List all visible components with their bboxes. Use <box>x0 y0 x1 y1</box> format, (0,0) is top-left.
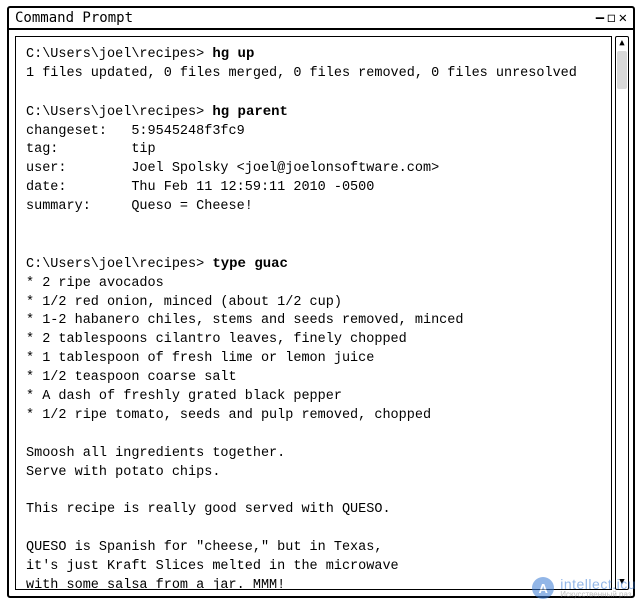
output-line: with some salsa from a jar. MMM! <box>26 577 601 590</box>
output-line: 1 files updated, 0 files merged, 0 files… <box>26 65 601 84</box>
output-line: * 2 tablespoons cilantro leaves, finely … <box>26 331 601 350</box>
output-line <box>26 482 601 501</box>
window-controls: — ◻ ✕ <box>596 10 627 26</box>
scroll-up-icon[interactable]: ▲ <box>619 39 624 48</box>
output-line: * 1/2 teaspoon coarse salt <box>26 369 601 388</box>
command-text: type guac <box>212 256 288 272</box>
output-line: it's just Kraft Slices melted in the mic… <box>26 558 601 577</box>
output-line <box>26 520 601 539</box>
watermark-badge-icon: A <box>532 577 554 599</box>
watermark-text: intellect.icu Искусственный раз <box>560 577 636 599</box>
minimize-button[interactable]: — <box>596 10 604 26</box>
output-line <box>26 426 601 445</box>
watermark-main: intellect.icu <box>560 577 636 591</box>
command-text: hg parent <box>212 104 288 120</box>
output-line: This recipe is really good served with Q… <box>26 501 601 520</box>
prompt-line: C:\Users\joel\recipes> hg up <box>26 45 601 65</box>
prompt-line: C:\Users\joel\recipes> hg parent <box>26 103 601 123</box>
output-line: * 1-2 habanero chiles, stems and seeds r… <box>26 312 601 331</box>
output-line: Serve with potato chips. <box>26 464 601 483</box>
output-line: QUESO is Spanish for "cheese," but in Te… <box>26 539 601 558</box>
scrollbar-thumb[interactable] <box>617 51 627 89</box>
prompt-path: C:\Users\joel\recipes> <box>26 105 212 120</box>
prompt-line: C:\Users\joel\recipes> type guac <box>26 255 601 275</box>
output-line: changeset: 5:9545248f3fc9 <box>26 123 601 142</box>
window-title: Command Prompt <box>15 10 596 26</box>
output-line: * 1 tablespoon of fresh lime or lemon ju… <box>26 350 601 369</box>
prompt-path: C:\Users\joel\recipes> <box>26 257 212 272</box>
scrollbar[interactable]: ▲ ▼ <box>615 36 629 590</box>
command-prompt-window: Command Prompt — ◻ ✕ C:\Users\joel\recip… <box>7 6 635 598</box>
watermark-sub: Искусственный раз <box>560 591 636 599</box>
blank-line <box>26 84 601 103</box>
blank-line <box>26 217 601 236</box>
output-line: * 1/2 ripe tomato, seeds and pulp remove… <box>26 407 601 426</box>
blank-line <box>26 236 601 255</box>
output-line: Smoosh all ingredients together. <box>26 445 601 464</box>
watermark: A intellect.icu Искусственный раз <box>532 577 636 599</box>
close-button[interactable]: ✕ <box>619 10 627 26</box>
terminal-output[interactable]: C:\Users\joel\recipes> hg up1 files upda… <box>15 36 612 590</box>
output-line: * A dash of freshly grated black pepper <box>26 388 601 407</box>
titlebar: Command Prompt — ◻ ✕ <box>9 8 633 30</box>
output-line: tag: tip <box>26 141 601 160</box>
output-line: * 2 ripe avocados <box>26 275 601 294</box>
output-line: * 1/2 red onion, minced (about 1/2 cup) <box>26 294 601 313</box>
restore-button[interactable]: ◻ <box>607 10 615 26</box>
output-line: summary: Queso = Cheese! <box>26 198 601 217</box>
output-line: date: Thu Feb 11 12:59:11 2010 -0500 <box>26 179 601 198</box>
command-text: hg up <box>212 46 254 62</box>
output-line: user: Joel Spolsky <joel@joelonsoftware.… <box>26 160 601 179</box>
client-area: C:\Users\joel\recipes> hg up1 files upda… <box>9 30 633 596</box>
prompt-path: C:\Users\joel\recipes> <box>26 47 212 62</box>
